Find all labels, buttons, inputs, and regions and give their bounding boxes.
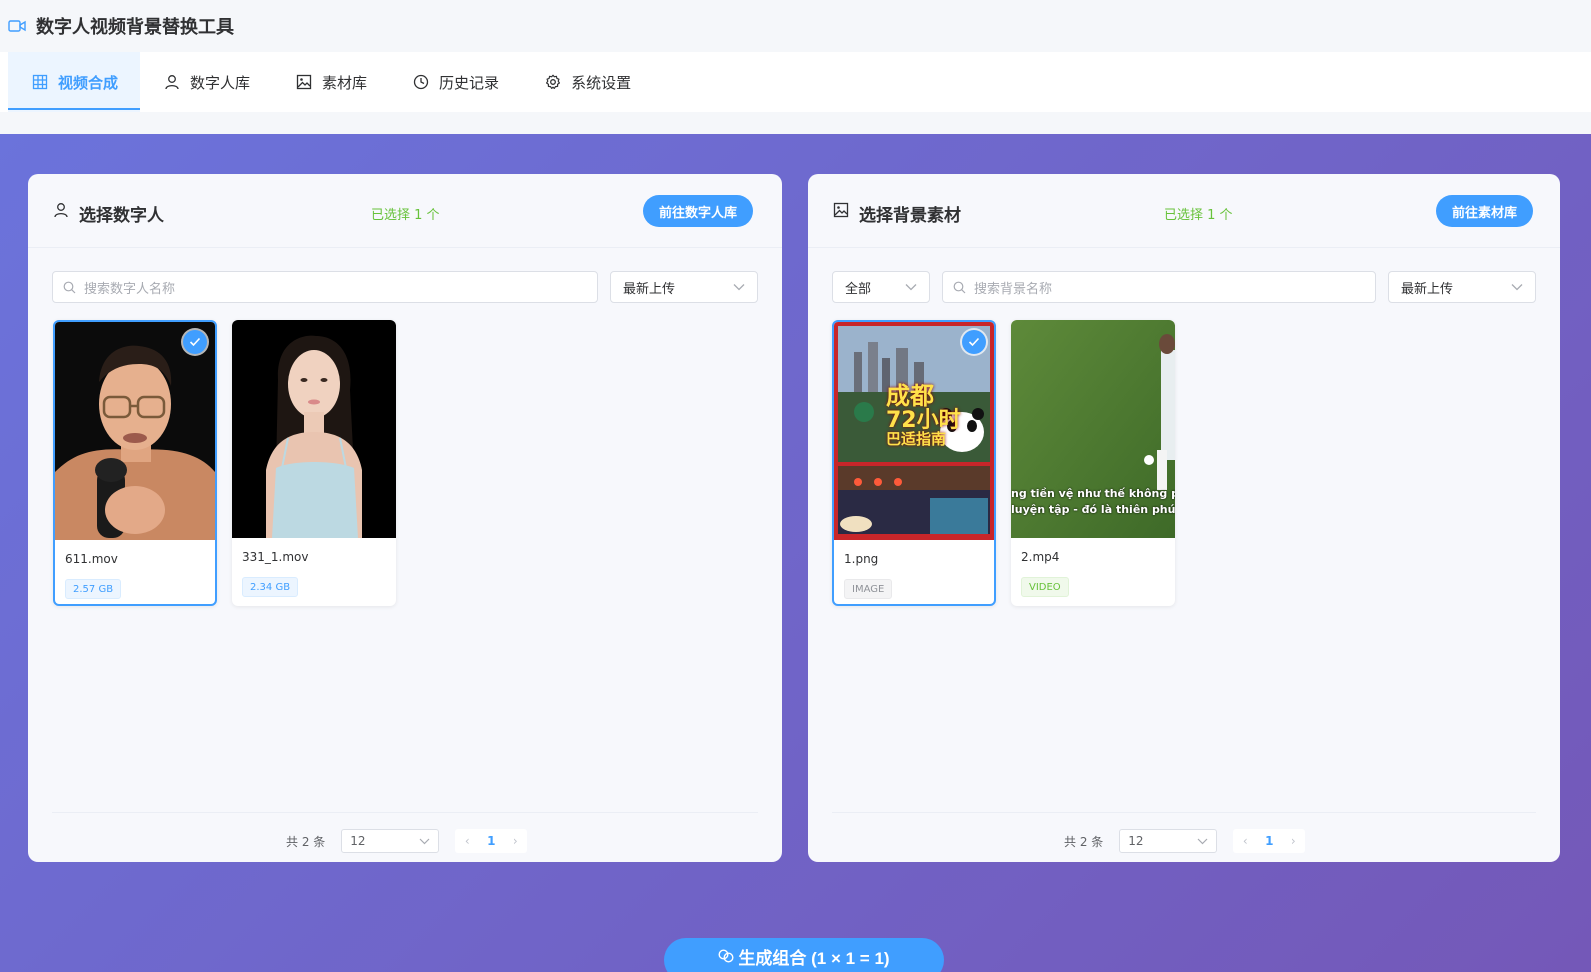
overlay-text: 成都 (886, 382, 934, 410)
file-size-tag: 2.57 GB (65, 579, 122, 599)
video-thumbnail (232, 320, 396, 538)
panel-divider (52, 812, 758, 813)
selected-check-icon (962, 330, 986, 354)
image-icon (296, 74, 312, 90)
pagination: 共 2 条 12 ‹ 1 › (286, 829, 528, 853)
overlay-text: 巴适指南 (886, 430, 947, 449)
digital-human-panel: 选择数字人 已选择 1 个 前往数字人库 搜索数字人名称 最新上传 611.mo… (28, 174, 782, 862)
search-icon (953, 281, 966, 293)
subtitle-text: luyện tập - đó là thiên phú. (1011, 503, 1175, 516)
tab-label: 系统设置 (571, 73, 632, 92)
go-digital-human-library-button[interactable]: 前往数字人库 (643, 195, 754, 227)
tab-label: 素材库 (322, 73, 368, 92)
panel-header: 选择数字人 已选择 1 个 前往数字人库 (28, 174, 782, 248)
image-thumbnail: 成都 72小时 巴适指南 (834, 322, 994, 540)
chevron-down-icon (1197, 838, 1208, 844)
file-name: 1.png (844, 552, 879, 566)
video-thumbnail: ng tiền vệ như thế không p luyện tập - đ… (1011, 320, 1175, 538)
page-size-value: 12 (350, 834, 366, 848)
subtitle-text: ng tiền vệ như thế không p (1011, 487, 1175, 500)
total-count: 共 2 条 (1064, 834, 1104, 849)
sort-value: 最新上传 (1401, 281, 1454, 297)
selected-count: 已选择 1 个 (371, 208, 440, 223)
prev-page-button[interactable]: ‹ (455, 834, 479, 848)
panel-header: 选择背景素材 已选择 1 个 前往素材库 (808, 174, 1560, 248)
next-page-button[interactable]: › (503, 834, 527, 848)
search-input[interactable]: 搜索数字人名称 (52, 271, 598, 303)
sort-select[interactable]: 最新上传 (1388, 271, 1536, 303)
user-icon (165, 75, 179, 90)
clock-icon (413, 74, 429, 90)
file-name: 331_1.mov (242, 550, 309, 564)
filter-value: 全部 (845, 281, 872, 297)
image-icon (833, 202, 849, 218)
tab-video-compose[interactable]: 视频合成 (8, 52, 141, 112)
tab-material-library[interactable]: 素材库 (272, 52, 389, 112)
page-number[interactable]: 1 (479, 834, 503, 848)
file-name: 2.mp4 (1021, 550, 1060, 564)
pagination: 共 2 条 12 ‹ 1 › (1064, 829, 1306, 853)
tab-history[interactable]: 历史记录 (389, 52, 521, 112)
total-count: 共 2 条 (286, 834, 326, 849)
file-size-tag: 2.34 GB (242, 577, 299, 597)
app-title: 数字人视频背景替换工具 (36, 17, 234, 38)
chevron-down-icon (905, 284, 917, 291)
video-camera-icon (8, 17, 26, 35)
page-size-value: 12 (1128, 834, 1144, 848)
tab-label: 数字人库 (190, 73, 251, 92)
search-placeholder: 搜索数字人名称 (84, 281, 176, 297)
gear-icon (546, 74, 561, 89)
background-material-panel: 选择背景素材 已选择 1 个 前往素材库 全部 搜索背景名称 最新上传 成都 7… (808, 174, 1560, 862)
title-bar: 数字人视频背景替换工具 (0, 0, 1591, 52)
page-size-select[interactable]: 12 (1119, 829, 1218, 853)
panel-title: 选择背景素材 (859, 206, 961, 226)
panel-title: 选择数字人 (79, 206, 164, 226)
file-type-tag: VIDEO (1021, 577, 1069, 597)
search-input[interactable]: 搜索背景名称 (942, 271, 1376, 303)
main-content: 选择数字人 已选择 1 个 前往数字人库 搜索数字人名称 最新上传 611.mo… (0, 134, 1591, 972)
video-thumbnail (55, 322, 215, 540)
next-page-button[interactable]: › (1281, 834, 1305, 848)
overlay-text: 72小时 (886, 408, 961, 434)
selected-check-icon (183, 330, 207, 354)
tab-digital-human-library[interactable]: 数字人库 (140, 52, 272, 112)
page-nav: ‹ 1 › (1233, 829, 1306, 853)
main-tabs: 视频合成 数字人库 素材库 历史记录 系统设置 (0, 52, 1591, 112)
digital-human-card[interactable]: 331_1.mov 2.34 GB (232, 320, 396, 606)
link-icon (718, 949, 734, 963)
generate-label: 生成组合 (1 × 1 = 1) (738, 948, 890, 968)
page-size-select[interactable]: 12 (341, 829, 440, 853)
chevron-down-icon (733, 284, 745, 291)
chevron-down-icon (419, 838, 430, 844)
panel-divider (832, 812, 1536, 813)
go-material-library-button[interactable]: 前往素材库 (1436, 195, 1534, 227)
page-number[interactable]: 1 (1257, 834, 1281, 848)
selected-count: 已选择 1 个 (1164, 208, 1233, 223)
search-placeholder: 搜索背景名称 (974, 281, 1053, 297)
background-card[interactable]: ng tiền vệ như thế không p luyện tập - đ… (1011, 320, 1175, 606)
tab-settings[interactable]: 系统设置 (521, 52, 653, 112)
file-name: 611.mov (65, 552, 118, 566)
digital-human-card[interactable]: 611.mov 2.57 GB (53, 320, 217, 606)
sort-select[interactable]: 最新上传 (610, 271, 758, 303)
tab-label: 历史记录 (439, 73, 500, 92)
grid-icon (32, 74, 48, 90)
background-card[interactable]: 成都 72小时 巴适指南 1.png IMAGE (832, 320, 996, 606)
chevron-down-icon (1511, 284, 1523, 291)
user-icon (54, 203, 68, 218)
tabs-spacer (0, 112, 1591, 134)
file-type-tag: IMAGE (844, 579, 893, 599)
sort-value: 最新上传 (623, 281, 676, 297)
prev-page-button[interactable]: ‹ (1233, 834, 1257, 848)
generate-combination-button[interactable]: 生成组合 (1 × 1 = 1) (664, 938, 944, 972)
tab-label: 视频合成 (58, 73, 119, 92)
search-icon (63, 281, 76, 293)
page-nav: ‹ 1 › (455, 829, 528, 853)
type-filter-select[interactable]: 全部 (832, 271, 930, 303)
